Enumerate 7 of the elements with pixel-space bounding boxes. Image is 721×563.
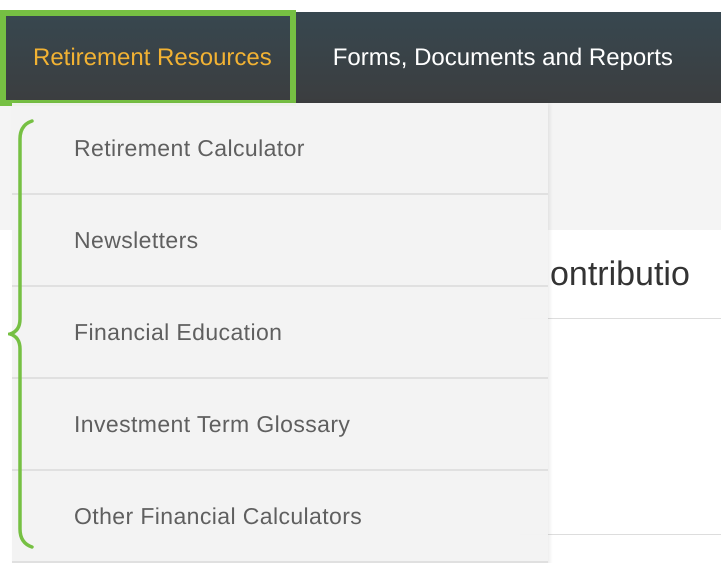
menu-item[interactable]: Financial Education (12, 287, 548, 379)
nav-tab[interactable]: Forms, Documents and Reports (306, 12, 691, 103)
menu-item[interactable]: Investment Term Glossary (12, 379, 548, 471)
menu-item[interactable]: Newsletters (12, 195, 548, 287)
menu-item[interactable]: Retirement Calculator (12, 103, 548, 195)
card-title: ontributio (549, 254, 690, 294)
menu-item[interactable]: Other Financial Calculators (12, 471, 548, 563)
